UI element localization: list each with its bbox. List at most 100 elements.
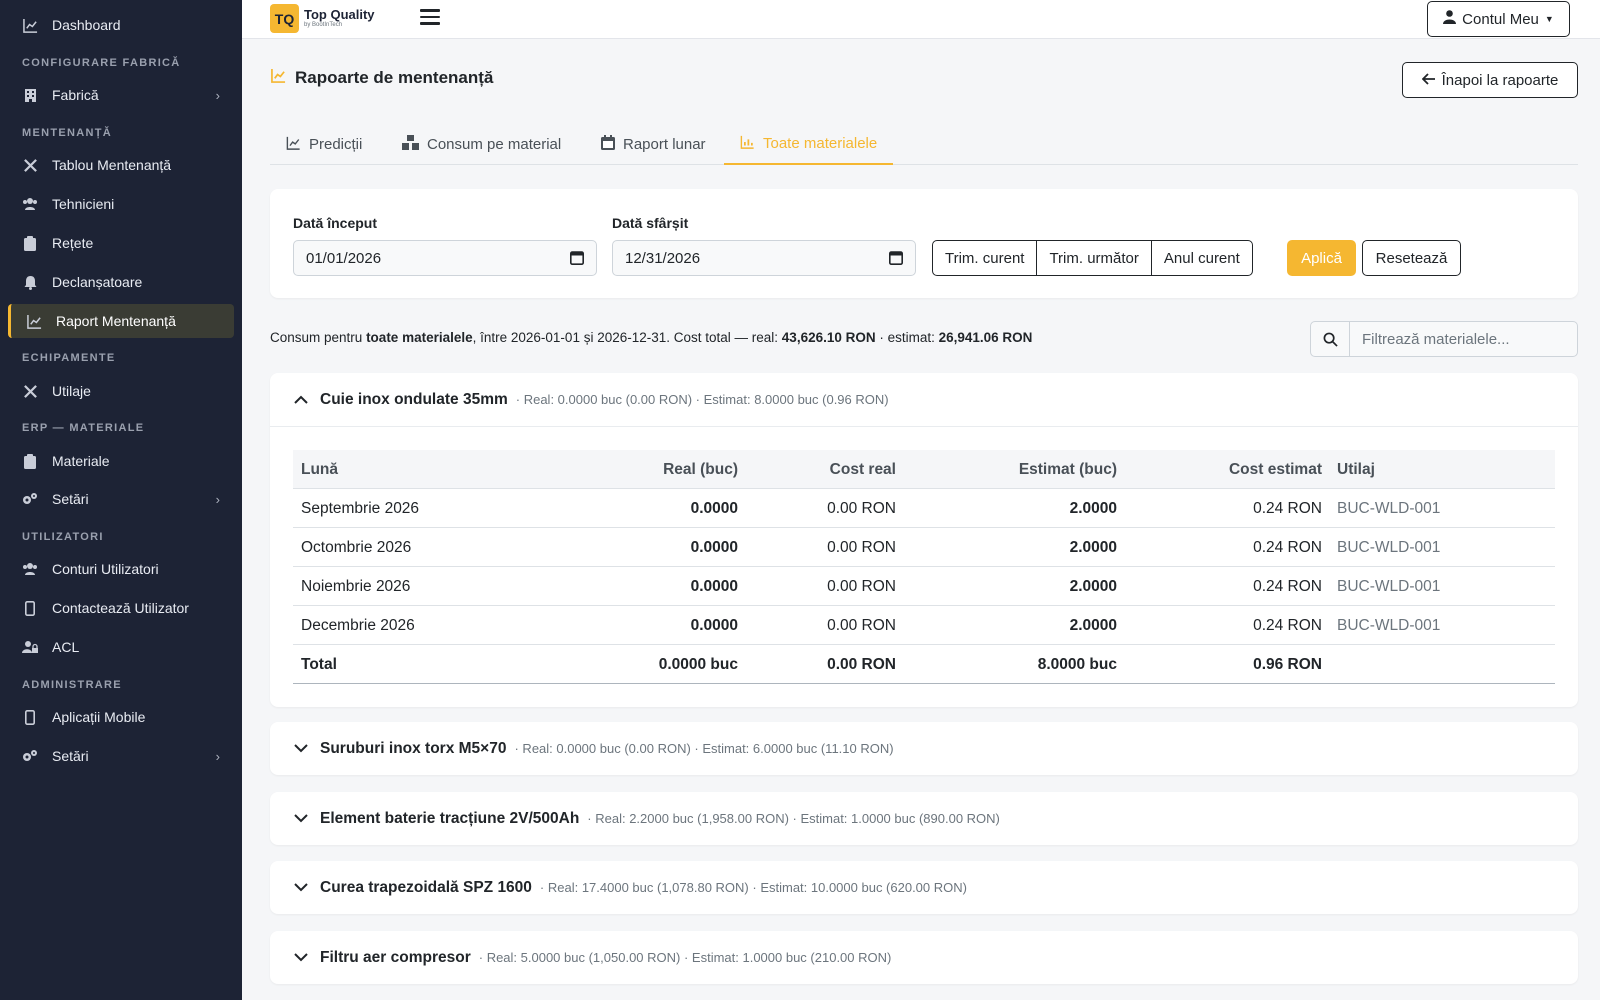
preset-current-year-button[interactable]: Anul curent [1150, 240, 1253, 276]
sidebar-item-label: Materiale [52, 453, 110, 469]
account-button[interactable]: Contul Meu ▼ [1427, 1, 1570, 37]
material-card: Element baterie tracțiune 2V/500Ah · Rea… [270, 792, 1578, 845]
sidebar-item-label: Utilaje [52, 383, 91, 399]
sidebar-item-setari-erp[interactable]: Setări › [8, 482, 234, 516]
sidebar-item-fabrica[interactable]: Fabrică › [8, 78, 234, 112]
end-date-value: 12/31/2026 [625, 249, 701, 267]
boxes-icon [402, 135, 419, 154]
material-card: Filtru aer compresor · Real: 5.0000 buc … [270, 931, 1578, 984]
apply-button[interactable]: Aplică [1287, 240, 1356, 276]
chevron-down-icon[interactable] [294, 883, 310, 892]
calendar-icon [601, 135, 615, 154]
table-row: Septembrie 2026 0.0000 0.00 RON 2.0000 0… [293, 489, 1555, 528]
sidebar-item-utilaje[interactable]: Utilaje [8, 374, 234, 408]
sidebar-section-header: ECHIPAMENTE [22, 352, 116, 364]
tab-label: Toate materialele [763, 135, 878, 152]
chevron-right-icon: › [215, 491, 220, 507]
sidebar-section-header: UTILIZATORI [22, 531, 104, 543]
end-date-label: Dată sfârșit [612, 215, 689, 231]
user-icon [1443, 10, 1457, 28]
sidebar-section-header: CONFIGURARE FABRICĂ [22, 57, 181, 69]
search-input[interactable]: Filtrează materialele... [1362, 331, 1510, 348]
tab-toate-materialele[interactable]: Toate materialele [724, 124, 894, 165]
start-date-input[interactable]: 01/01/2026 [293, 240, 597, 276]
sidebar-item-label: Setări [52, 748, 89, 764]
sidebar-section-header: MENTENANȚĂ [22, 127, 112, 139]
material-meta: · Real: 2.2000 buc (1,958.00 RON) · Esti… [587, 811, 1000, 826]
chevron-down-icon[interactable] [294, 744, 310, 753]
sidebar-item-dashboard[interactable]: Dashboard [8, 8, 234, 42]
table-cell: Decembrie 2026 [301, 616, 415, 634]
end-date-input[interactable]: 12/31/2026 [612, 240, 916, 276]
sidebar-item-label: Declanșatoare [52, 274, 143, 290]
mobile-icon [22, 709, 38, 725]
table-cell: BUC-WLD-001 [1337, 577, 1441, 595]
sidebar-item-declansatoare[interactable]: Declanșatoare [8, 265, 234, 299]
table-cell: 0.0000 [690, 499, 738, 517]
table-cell: BUC-WLD-001 [1337, 616, 1441, 634]
chevron-up-icon[interactable] [294, 395, 310, 404]
logo-mark[interactable]: TQ [270, 4, 299, 33]
sidebar-item-acl[interactable]: ACL [8, 630, 234, 664]
sidebar-item-label: Aplicații Mobile [52, 709, 146, 725]
sidebar-item-materiale[interactable]: Materiale [8, 444, 234, 478]
material-meta: · Real: 17.4000 buc (1,078.80 RON) · Est… [539, 880, 967, 895]
sidebar-item-tablou[interactable]: Tablou Mentenanță [8, 148, 234, 182]
tab-label: Raport lunar [623, 136, 706, 153]
mobile-icon [22, 600, 38, 616]
reset-button[interactable]: Resetează [1362, 240, 1461, 276]
preset-current-quarter-button[interactable]: Trim. curent [932, 240, 1038, 276]
chevron-down-icon[interactable] [294, 814, 310, 823]
preset-next-quarter-button[interactable]: Trim. următor [1036, 240, 1152, 276]
chart-bar-icon [740, 135, 755, 153]
table-cell: 0.0000 [690, 577, 738, 595]
calendar-icon[interactable] [889, 250, 903, 269]
material-card: Curea trapezoidală SPZ 1600 · Real: 17.4… [270, 861, 1578, 914]
tab-consum-material[interactable]: Consum pe material [386, 124, 577, 165]
material-search[interactable]: Filtrează materialele... [1310, 321, 1578, 357]
material-header[interactable]: Cuie inox ondulate 35mm · Real: 0.0000 b… [294, 373, 889, 426]
sidebar-item-raport[interactable]: Raport Mentenanță [8, 304, 234, 338]
sidebar-section-header: ERP — MATERIALE [22, 422, 145, 434]
summary-real-total: 43,626.10 RON [781, 330, 876, 345]
tab-label: Consum pe material [427, 136, 562, 153]
material-name: Element baterie tracțiune 2V/500Ah [320, 809, 580, 827]
chevron-down-icon[interactable] [294, 953, 310, 962]
table-cell: 0.24 RON [1253, 577, 1322, 595]
sidebar-item-aplicatii[interactable]: Aplicații Mobile [8, 700, 234, 734]
material-card: Cuie inox ondulate 35mm · Real: 0.0000 b… [270, 373, 1578, 707]
logo-name: Top Quality [304, 7, 375, 22]
back-to-reports-button[interactable]: Înapoi la rapoarte [1402, 62, 1578, 98]
material-meta: · Real: 0.0000 buc (0.00 RON) · Estimat:… [514, 741, 894, 756]
sidebar-item-label: Fabrică [52, 87, 99, 103]
sidebar-item-retete[interactable]: Rețete [8, 226, 234, 260]
table-row: Noiembrie 2026 0.0000 0.00 RON 2.0000 0.… [293, 567, 1555, 606]
table-cell: Noiembrie 2026 [301, 577, 411, 595]
table-row: Decembrie 2026 0.0000 0.00 RON 2.0000 0.… [293, 606, 1555, 645]
material-header[interactable]: Filtru aer compresor · Real: 5.0000 buc … [294, 931, 891, 984]
table-cell: Septembrie 2026 [301, 499, 420, 517]
tab-raport-lunar[interactable]: Raport lunar [585, 124, 722, 165]
material-header[interactable]: Suruburi inox torx M5×70 · Real: 0.0000 … [294, 722, 894, 775]
table-cell: 8.0000 buc [1037, 655, 1117, 673]
summary-text: Consum pentru [270, 330, 367, 345]
arrow-left-icon [1421, 72, 1436, 89]
calendar-icon[interactable] [570, 250, 584, 269]
tools-icon [22, 383, 38, 399]
material-header[interactable]: Element baterie tracțiune 2V/500Ah · Rea… [294, 792, 1000, 845]
sidebar-item-setari-admin[interactable]: Setări › [8, 739, 234, 773]
hamburger-menu-icon[interactable] [420, 9, 440, 29]
table-cell: 2.0000 [1069, 616, 1117, 634]
sidebar-item-conturi[interactable]: Conturi Utilizatori [8, 552, 234, 586]
sidebar-item-contacteaza[interactable]: Contactează Utilizator [8, 591, 234, 625]
column-header: Estimat (buc) [1018, 460, 1117, 478]
tab-predictii[interactable]: Predicții [270, 124, 378, 165]
users-icon [22, 196, 38, 212]
column-header: Cost real [829, 460, 896, 478]
start-date-label: Dată început [293, 215, 378, 231]
date-filter-card: Dată început 01/01/2026 Dată sfârșit 12/… [270, 189, 1578, 298]
material-header[interactable]: Curea trapezoidală SPZ 1600 · Real: 17.4… [294, 861, 967, 914]
sidebar-item-tehnicieni[interactable]: Tehnicieni [8, 187, 234, 221]
material-name: Cuie inox ondulate 35mm [320, 390, 508, 408]
table-cell: 0.24 RON [1253, 499, 1322, 517]
